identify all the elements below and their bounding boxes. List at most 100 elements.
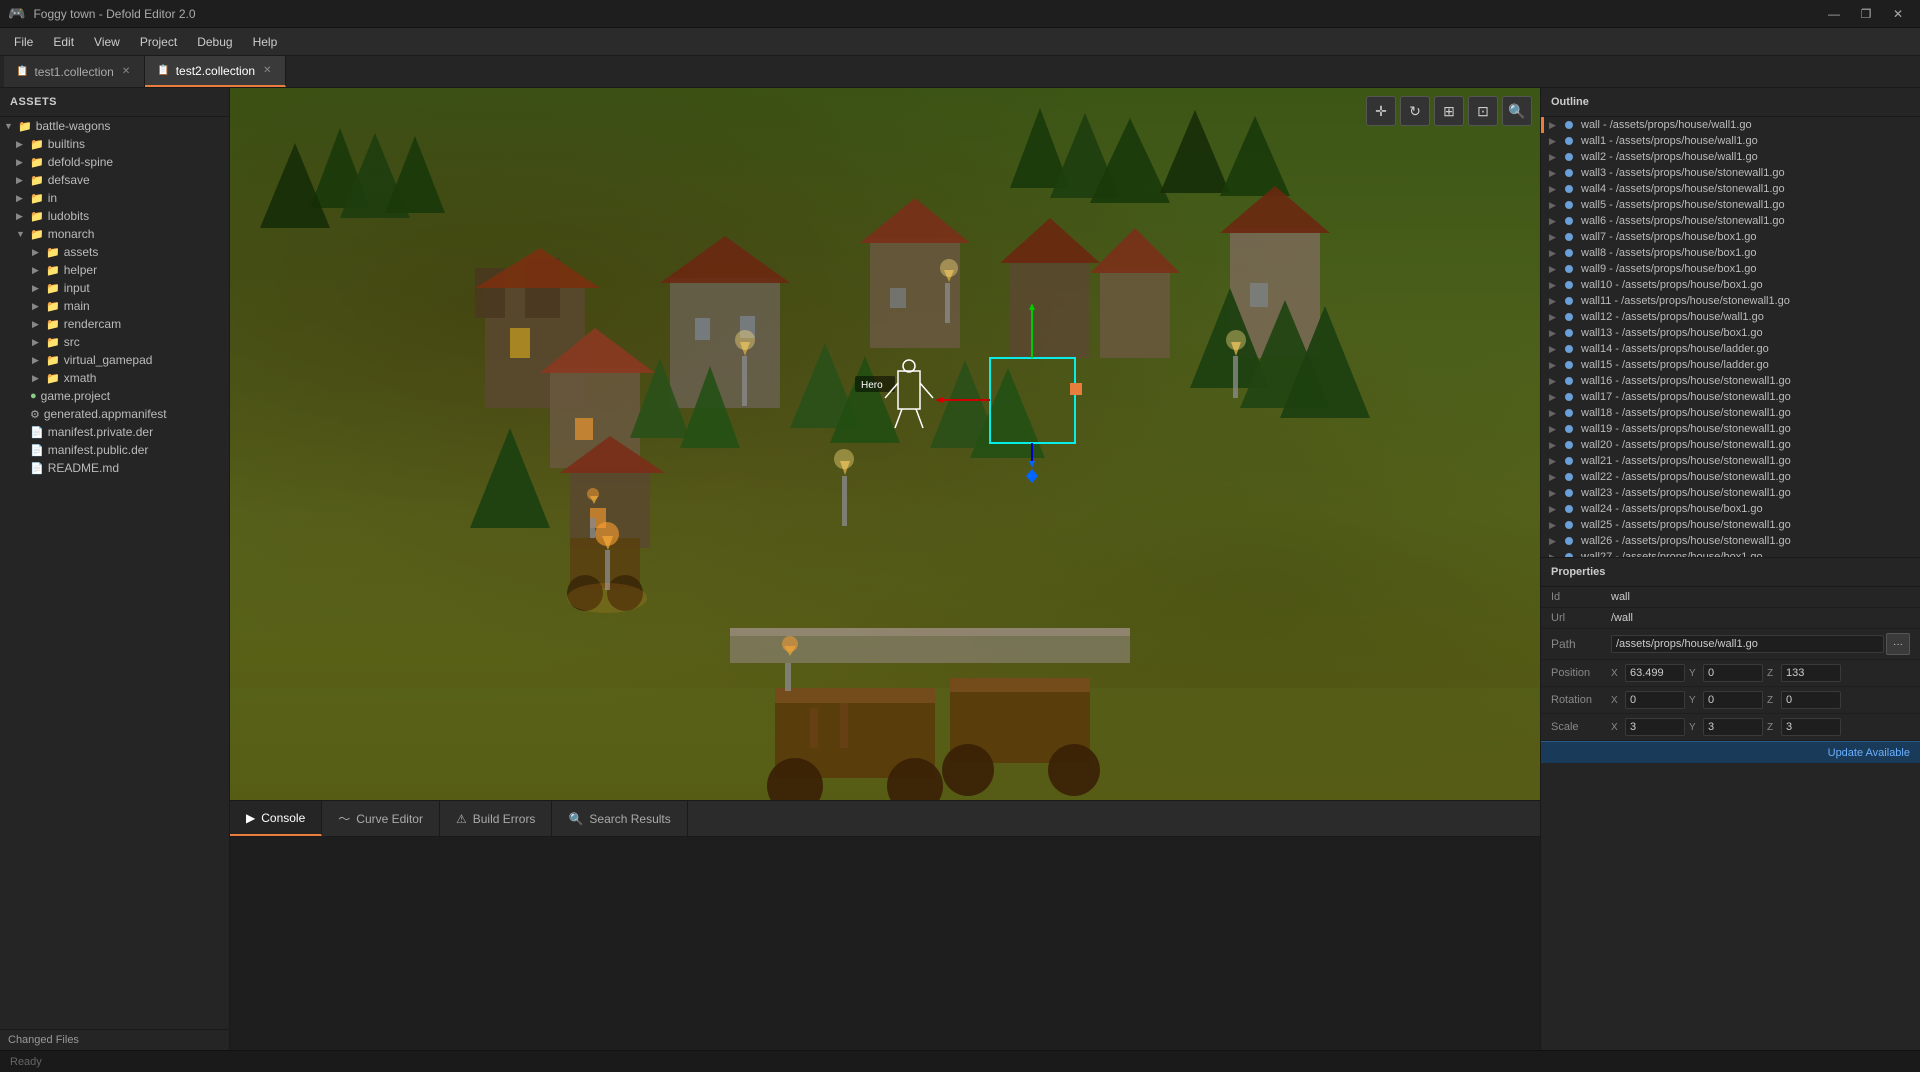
prop-row-position: Position X Y Z	[1541, 660, 1920, 687]
outline-item-wall25[interactable]: ▶ wall25 - /assets/props/house/stonewall…	[1541, 517, 1920, 533]
outline-item-wall21[interactable]: ▶ wall21 - /assets/props/house/stonewall…	[1541, 453, 1920, 469]
prop-scale-z[interactable]	[1781, 718, 1841, 736]
scale-tool-button[interactable]: ⊞	[1434, 96, 1464, 126]
outline-item-wall8[interactable]: ▶ wall8 - /assets/props/house/box1.go	[1541, 245, 1920, 261]
tab-search-results[interactable]: 🔍 Search Results	[552, 801, 687, 836]
outline-item-wall10[interactable]: ▶ wall10 - /assets/props/house/box1.go	[1541, 277, 1920, 293]
tree-item-virtual-gamepad[interactable]: ▶ 📁 virtual_gamepad	[0, 351, 229, 369]
outline-item-wall16[interactable]: ▶ wall16 - /assets/props/house/stonewall…	[1541, 373, 1920, 389]
camera-tool-button[interactable]: 🔍	[1502, 96, 1532, 126]
viewport-container[interactable]: Hero	[230, 88, 1540, 800]
menu-file[interactable]: File	[4, 31, 43, 53]
tree-item-helper[interactable]: ▶ 📁 helper	[0, 261, 229, 279]
outline-item-wall7[interactable]: ▶ wall7 - /assets/props/house/box1.go	[1541, 229, 1920, 245]
prop-position-y[interactable]	[1703, 664, 1763, 682]
tab-console-label: Console	[261, 811, 305, 825]
prop-path-browse-button[interactable]: ···	[1886, 633, 1910, 655]
close-button[interactable]: ✕	[1884, 0, 1912, 28]
outline-item-wall2[interactable]: ▶ wall2 - /assets/props/house/wall1.go	[1541, 149, 1920, 165]
outline-item-wall13[interactable]: ▶ wall13 - /assets/props/house/box1.go	[1541, 325, 1920, 341]
tree-item-generated-appmanifest[interactable]: ⚙ generated.appmanifest	[0, 405, 229, 423]
tab-console[interactable]: ▶ Console	[230, 801, 322, 836]
minimize-button[interactable]: —	[1820, 0, 1848, 28]
menu-project[interactable]: Project	[130, 31, 187, 53]
tree-item-in[interactable]: ▶ 📁 in	[0, 189, 229, 207]
menu-view[interactable]: View	[84, 31, 130, 53]
transform-tool-button[interactable]: ⊡	[1468, 96, 1498, 126]
outline-item-wall19[interactable]: ▶ wall19 - /assets/props/house/stonewall…	[1541, 421, 1920, 437]
tab-curve-editor[interactable]: 〜 Curve Editor	[322, 801, 440, 836]
rotate-tool-button[interactable]: ↻	[1400, 96, 1430, 126]
prop-url-value: /wall	[1611, 612, 1633, 624]
outline-item-wall24[interactable]: ▶ wall24 - /assets/props/house/box1.go	[1541, 501, 1920, 517]
prop-rz-label: Z	[1767, 695, 1779, 706]
tree-item-ludobits[interactable]: ▶ 📁 ludobits	[0, 207, 229, 225]
prop-rotation-x[interactable]	[1625, 691, 1685, 709]
tab-build-errors[interactable]: ⚠ Build Errors	[440, 801, 552, 836]
tab-close-2[interactable]: ✕	[261, 63, 273, 78]
menu-edit[interactable]: Edit	[43, 31, 84, 53]
menu-help[interactable]: Help	[243, 31, 288, 53]
outline-item-wall6[interactable]: ▶ wall6 - /assets/props/house/stonewall1…	[1541, 213, 1920, 229]
tree-item-battle-wagons[interactable]: ▼ 📁 battle-wagons	[0, 117, 229, 135]
tree-item-assets[interactable]: ▶ 📁 assets	[0, 243, 229, 261]
tree-item-monarch[interactable]: ▼ 📁 monarch	[0, 225, 229, 243]
outline-item-wall20[interactable]: ▶ wall20 - /assets/props/house/stonewall…	[1541, 437, 1920, 453]
outline-item-wall5[interactable]: ▶ wall5 - /assets/props/house/stonewall1…	[1541, 197, 1920, 213]
tab-test1-collection[interactable]: 📋 test1.collection ✕	[4, 56, 145, 87]
tree-label: defold-spine	[48, 155, 113, 169]
prop-z-label: Z	[1767, 668, 1779, 679]
outline-item-wall1[interactable]: ▶ wall1 - /assets/props/house/wall1.go	[1541, 133, 1920, 149]
tree-item-game-project[interactable]: ● game.project	[0, 387, 229, 405]
outline-item-wall[interactable]: ▶ wall - /assets/props/house/wall1.go	[1541, 117, 1920, 133]
prop-scale-y[interactable]	[1703, 718, 1763, 736]
prop-path-input[interactable]	[1611, 635, 1884, 653]
outline-dot	[1565, 121, 1573, 129]
outline-item-wall27[interactable]: ▶ wall27 - /assets/props/house/box1.go	[1541, 549, 1920, 557]
outline-item-wall15[interactable]: ▶ wall15 - /assets/props/house/ladder.go	[1541, 357, 1920, 373]
outline-item-wall4[interactable]: ▶ wall4 - /assets/props/house/stonewall1…	[1541, 181, 1920, 197]
prop-ry-label: Y	[1689, 695, 1701, 706]
outline-item-wall17[interactable]: ▶ wall17 - /assets/props/house/stonewall…	[1541, 389, 1920, 405]
outline-item-label: wall4 - /assets/props/house/stonewall1.g…	[1581, 183, 1785, 195]
outline-item-wall11[interactable]: ▶ wall11 - /assets/props/house/stonewall…	[1541, 293, 1920, 309]
outline-item-wall9[interactable]: ▶ wall9 - /assets/props/house/box1.go	[1541, 261, 1920, 277]
gear-icon: ⚙	[30, 408, 40, 421]
prop-position-x[interactable]	[1625, 664, 1685, 682]
tree-label: helper	[64, 263, 97, 277]
maximize-button[interactable]: ❐	[1852, 0, 1880, 28]
tab-close-1[interactable]: ✕	[120, 64, 132, 79]
tree-item-rendercam[interactable]: ▶ 📁 rendercam	[0, 315, 229, 333]
prop-scale-x[interactable]	[1625, 718, 1685, 736]
tree-item-input[interactable]: ▶ 📁 input	[0, 279, 229, 297]
tree-item-xmath[interactable]: ▶ 📁 xmath	[0, 369, 229, 387]
tree-item-manifest-private[interactable]: 📄 manifest.private.der	[0, 423, 229, 441]
menu-debug[interactable]: Debug	[187, 31, 242, 53]
tree-item-readme[interactable]: 📄 README.md	[0, 459, 229, 477]
outline-item-wall12[interactable]: ▶ wall12 - /assets/props/house/wall1.go	[1541, 309, 1920, 325]
tree-item-builtins[interactable]: ▶ 📁 builtins	[0, 135, 229, 153]
outline-item-label: wall7 - /assets/props/house/box1.go	[1581, 231, 1757, 243]
tree-item-defsave[interactable]: ▶ 📁 defsave	[0, 171, 229, 189]
outline-item-wall14[interactable]: ▶ wall14 - /assets/props/house/ladder.go	[1541, 341, 1920, 357]
outline-arrow: ▶	[1549, 280, 1561, 291]
prop-rotation-y[interactable]	[1703, 691, 1763, 709]
tree-item-src[interactable]: ▶ 📁 src	[0, 333, 229, 351]
outline-item-wall22[interactable]: ▶ wall22 - /assets/props/house/stonewall…	[1541, 469, 1920, 485]
tree-item-manifest-public[interactable]: 📄 manifest.public.der	[0, 441, 229, 459]
outline-item-wall18[interactable]: ▶ wall18 - /assets/props/house/stonewall…	[1541, 405, 1920, 421]
outline-item-wall3[interactable]: ▶ wall3 - /assets/props/house/stonewall1…	[1541, 165, 1920, 181]
outline-item-wall26[interactable]: ▶ wall26 - /assets/props/house/stonewall…	[1541, 533, 1920, 549]
move-tool-button[interactable]: ✛	[1366, 96, 1396, 126]
update-available-bar[interactable]: Update Available	[1541, 741, 1920, 763]
folder-icon: 📁	[46, 246, 60, 259]
prop-position-z[interactable]	[1781, 664, 1841, 682]
sidebar: Assets ▼ 📁 battle-wagons ▶ 📁 builtins ▶ …	[0, 88, 230, 1050]
tree-item-main[interactable]: ▶ 📁 main	[0, 297, 229, 315]
prop-rotation-z[interactable]	[1781, 691, 1841, 709]
tree-item-defold-spine[interactable]: ▶ 📁 defold-spine	[0, 153, 229, 171]
tab-search-results-label: Search Results	[589, 812, 670, 826]
titlebar: 🎮 Foggy town - Defold Editor 2.0 — ❐ ✕	[0, 0, 1920, 28]
tab-test2-collection[interactable]: 📋 test2.collection ✕	[145, 56, 286, 87]
outline-item-wall23[interactable]: ▶ wall23 - /assets/props/house/stonewall…	[1541, 485, 1920, 501]
